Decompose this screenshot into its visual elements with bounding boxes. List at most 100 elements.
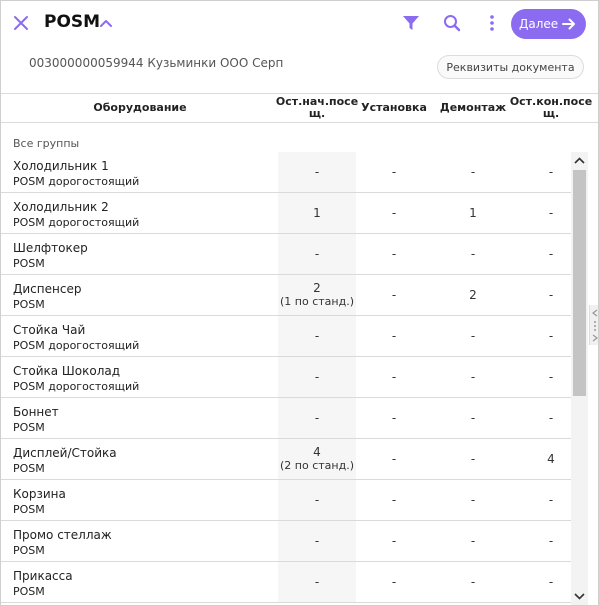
search-button[interactable] bbox=[442, 13, 462, 33]
cell-end-balance[interactable]: - bbox=[512, 275, 571, 315]
cell-end-balance-value: - bbox=[548, 533, 554, 548]
cell-dismantle[interactable]: - bbox=[435, 439, 511, 479]
document-info: 003000000059944 Кузьминки ООО Серп bbox=[29, 56, 284, 70]
cell-dismantle[interactable]: - bbox=[435, 480, 511, 520]
cell-start-balance: - bbox=[278, 480, 356, 520]
table-row[interactable]: Корзина POSM - - - - bbox=[1, 480, 571, 521]
cell-install[interactable]: - bbox=[358, 562, 430, 602]
cell-dismantle-value: - bbox=[470, 164, 476, 179]
cell-install-value: - bbox=[391, 369, 397, 384]
cell-dismantle-value: 2 bbox=[469, 287, 477, 302]
page-title: POSM bbox=[44, 12, 101, 32]
cell-install[interactable]: - bbox=[358, 357, 430, 397]
cell-end-balance[interactable]: - bbox=[512, 152, 571, 192]
cell-end-balance[interactable]: - bbox=[512, 234, 571, 274]
equipment-name: Боннет POSM bbox=[13, 405, 59, 435]
more-button[interactable] bbox=[482, 13, 502, 33]
cell-end-balance-value: - bbox=[548, 205, 554, 220]
cell-dismantle[interactable]: - bbox=[435, 521, 511, 561]
cell-dismantle-value: - bbox=[470, 328, 476, 343]
cell-install-value: - bbox=[391, 164, 397, 179]
header-bar: POSM Далее bbox=[1, 1, 598, 47]
chevron-down-icon bbox=[574, 593, 585, 600]
cell-dismantle[interactable]: 1 bbox=[435, 193, 511, 233]
equipment-title: Корзина bbox=[13, 487, 66, 501]
equipment-title: Промо стеллаж bbox=[13, 528, 112, 542]
cell-install[interactable]: - bbox=[358, 152, 430, 192]
side-panel-handle[interactable] bbox=[589, 305, 598, 345]
cell-end-balance[interactable]: - bbox=[512, 316, 571, 356]
equipment-type: POSM дорогостоящий bbox=[13, 175, 140, 188]
cell-install[interactable]: - bbox=[358, 275, 430, 315]
cell-end-balance[interactable]: - bbox=[512, 357, 571, 397]
table-row[interactable]: Дисплей/Стойка POSM 4 (2 по станд.) - -4 bbox=[1, 439, 571, 480]
vertical-scrollbar[interactable] bbox=[571, 152, 588, 605]
cell-install[interactable]: - bbox=[358, 480, 430, 520]
chevron-up-icon bbox=[100, 20, 112, 27]
table-row[interactable]: Холодильник 1 POSM дорогостоящий - - - - bbox=[1, 152, 571, 193]
cell-start-balance: - bbox=[278, 152, 356, 192]
collapse-button[interactable] bbox=[98, 15, 114, 31]
close-button[interactable] bbox=[11, 13, 31, 33]
scroll-thumb[interactable] bbox=[573, 170, 586, 396]
cell-install[interactable]: - bbox=[358, 398, 430, 438]
table-body: Холодильник 1 POSM дорогостоящий - - - - Холод… bbox=[1, 152, 571, 605]
scroll-up-button[interactable] bbox=[571, 152, 588, 170]
cell-end-balance[interactable]: - bbox=[512, 480, 571, 520]
document-details-button[interactable]: Реквизиты документа bbox=[437, 55, 584, 79]
cell-install-value: - bbox=[391, 410, 397, 425]
standard-note: (2 по станд.) bbox=[280, 459, 354, 472]
equipment-title: Стойка Чай bbox=[13, 323, 86, 337]
column-install[interactable]: Установка bbox=[358, 94, 430, 122]
equipment-type: POSM bbox=[13, 585, 45, 598]
table-row[interactable]: Холодильник 2 POSM дорогостоящий 1 - 1 - bbox=[1, 193, 571, 234]
cell-dismantle-value: - bbox=[470, 246, 476, 261]
scroll-down-button[interactable] bbox=[571, 587, 588, 605]
cell-end-balance-value: - bbox=[548, 287, 554, 302]
cell-install[interactable]: - bbox=[358, 439, 430, 479]
equipment-type: POSM bbox=[13, 257, 45, 270]
column-equipment[interactable]: Оборудование bbox=[13, 94, 267, 122]
cell-start-balance-value: - bbox=[314, 328, 320, 343]
cell-start-balance-value: 2 bbox=[313, 281, 321, 295]
next-button[interactable]: Далее bbox=[511, 9, 586, 39]
cell-start-balance-value: - bbox=[314, 574, 320, 589]
equipment-name: Шелфтокер POSM bbox=[13, 241, 88, 271]
cell-install[interactable]: - bbox=[358, 521, 430, 561]
cell-start-balance-value: 4 bbox=[313, 445, 321, 459]
cell-install-value: - bbox=[391, 205, 397, 220]
table-row[interactable]: Прикасса POSM - - - - bbox=[1, 562, 571, 603]
cell-dismantle[interactable]: - bbox=[435, 316, 511, 356]
cell-start-balance-value: - bbox=[314, 246, 320, 261]
cell-install[interactable]: - bbox=[358, 193, 430, 233]
cell-start-balance-value: - bbox=[314, 410, 320, 425]
cell-end-balance[interactable]: 4 bbox=[512, 439, 571, 479]
cell-dismantle[interactable]: 2 bbox=[435, 275, 511, 315]
cell-install[interactable]: - bbox=[358, 316, 430, 356]
table-row[interactable]: Диспенсер POSM 2 (1 по станд.) -2- bbox=[1, 275, 571, 316]
table-row[interactable]: Стойка Чай POSM дорогостоящий - - - - bbox=[1, 316, 571, 357]
filter-button[interactable] bbox=[401, 13, 421, 33]
table-row[interactable]: Шелфтокер POSM - - - - bbox=[1, 234, 571, 275]
cell-dismantle[interactable]: - bbox=[435, 152, 511, 192]
posm-window: POSM Далее 003000000059944 Кузьминки ООО… bbox=[0, 0, 599, 606]
cell-end-balance[interactable]: - bbox=[512, 521, 571, 561]
column-start-balance[interactable]: Ост.нач.посе щ. bbox=[276, 94, 358, 122]
table-row[interactable]: Стойка Шоколад POSM дорогостоящий - - - - bbox=[1, 357, 571, 398]
equipment-name: Диспенсер POSM bbox=[13, 282, 81, 312]
cell-install[interactable]: - bbox=[358, 234, 430, 274]
cell-dismantle[interactable]: - bbox=[435, 357, 511, 397]
arrow-right-icon bbox=[562, 18, 575, 30]
column-end-balance[interactable]: Ост.кон.посе щ. bbox=[510, 94, 592, 122]
table-row[interactable]: Боннет POSM - - - - bbox=[1, 398, 571, 439]
cell-end-balance[interactable]: - bbox=[512, 193, 571, 233]
cell-end-balance[interactable]: - bbox=[512, 562, 571, 602]
column-dismantle[interactable]: Демонтаж bbox=[435, 94, 511, 122]
cell-end-balance[interactable]: - bbox=[512, 398, 571, 438]
cell-start-balance: - bbox=[278, 234, 356, 274]
cell-dismantle[interactable]: - bbox=[435, 562, 511, 602]
cell-dismantle[interactable]: - bbox=[435, 398, 511, 438]
cell-dismantle[interactable]: - bbox=[435, 234, 511, 274]
drag-handle-icon bbox=[592, 309, 598, 342]
table-row[interactable]: Промо стеллаж POSM - - - - bbox=[1, 521, 571, 562]
